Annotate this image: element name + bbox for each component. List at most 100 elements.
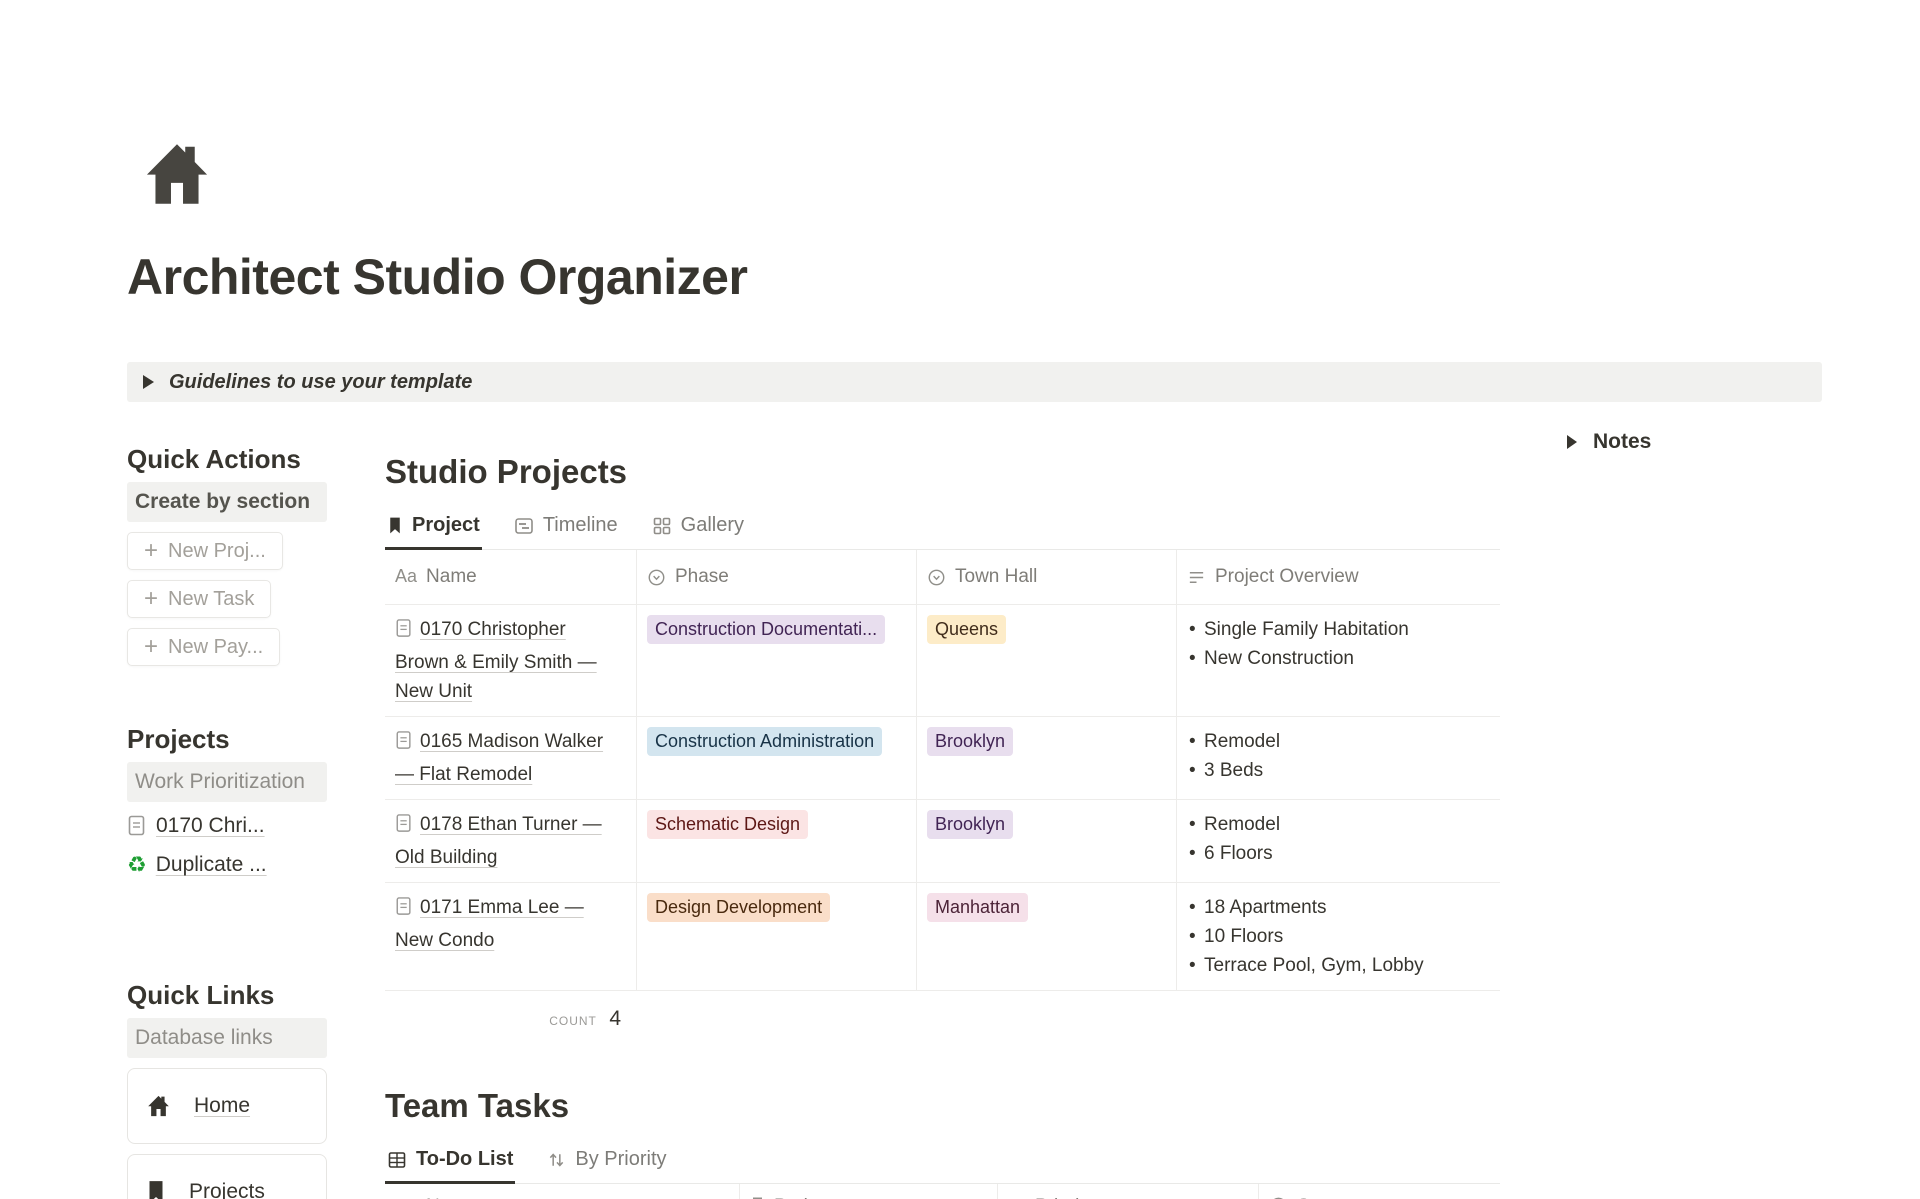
bookmark-icon [145,1179,167,1199]
town-hall-tag[interactable]: Manhattan [927,893,1028,922]
team-tasks-heading: Team Tasks [385,1086,1500,1126]
phase-tag[interactable]: Construction Administration [647,727,882,756]
projects-section: Projects Work Prioritization 0170 Chri..… [127,724,327,880]
name-cell: 0171 Emma Lee — New Condo [385,883,637,990]
column-header-town-hall[interactable]: Town Hall [917,550,1177,604]
tab-label: Gallery [681,514,744,537]
recycle-icon: ♻ [127,854,147,876]
overview-bullet: 10 Floors [1187,922,1488,951]
new-project-button[interactable]: + New Proj... [127,532,283,570]
table-row: 0171 Emma Lee — New Condo Design Develop… [385,883,1500,991]
button-label: New Task [168,588,254,611]
quick-links-section: Quick Links Database links Home Projects [127,980,327,1199]
column-header-project[interactable]: Project [740,1184,998,1199]
gallery-icon [652,516,672,536]
project-page-link[interactable]: 0165 Madison Walker — Flat Remodel [395,731,603,785]
projects-link-card[interactable]: Projects [127,1154,327,1199]
overview-bullet: 3 Beds [1187,756,1488,785]
new-task-button[interactable]: + New Task [127,580,271,618]
column-header-name[interactable]: Name [385,550,637,604]
sidebar-item-0170-project[interactable]: 0170 Chri... [127,811,265,841]
project-page-link[interactable]: 0171 Emma Lee — New Condo [395,897,584,951]
home-link-card[interactable]: Home [127,1068,327,1144]
sidebar-item-duplicate[interactable]: ♻ Duplicate ... [127,850,267,880]
column-header-state[interactable]: State [1259,1184,1500,1199]
home-link-label: Home [194,1094,250,1118]
count-summary[interactable]: COUNT 4 [385,1007,637,1031]
page-icon [395,618,413,639]
tab-timeline[interactable]: Timeline [512,510,620,550]
column-header-name[interactable]: Name [385,1184,740,1199]
project-overview-cell: Remodel 3 Beds [1177,717,1500,799]
project-page-link[interactable]: 0170 Christopher Brown & Emily Smith — N… [395,619,597,702]
team-tasks-table-header: Name Project Priority Sta [385,1184,1500,1199]
table-row: 0178 Ethan Turner — Old Building Schemat… [385,800,1500,883]
column-header-phase[interactable]: Phase [637,550,917,604]
notion-page: Architect Studio Organizer Guidelines to… [0,0,1920,1199]
phase-cell: Construction Documentati... [637,605,917,716]
phase-tag[interactable]: Design Development [647,893,830,922]
toggle-triangle-icon [143,375,154,389]
sort-icon [547,1150,566,1170]
project-page-link[interactable]: 0178 Ethan Turner — Old Building [395,814,602,868]
overview-bullet: 18 Apartments [1187,893,1488,922]
studio-projects-heading: Studio Projects [385,452,1500,492]
projects-heading: Projects [127,724,327,754]
overview-bullet: New Construction [1187,644,1488,673]
phase-cell: Schematic Design [637,800,917,882]
overview-bullet: Single Family Habitation [1187,615,1488,644]
count-value: 4 [609,1007,621,1030]
work-prioritization-label: Work Prioritization [127,762,327,802]
button-label: New Pay... [168,636,263,659]
tab-gallery[interactable]: Gallery [650,510,746,550]
phase-tag[interactable]: Construction Documentati... [647,615,885,644]
studio-projects-table-header: Name Phase Town Hall [385,550,1500,605]
timeline-icon [514,516,534,536]
quick-actions-section: Quick Actions Create by section + New Pr… [127,444,327,666]
page-icon [395,896,413,917]
tab-label: Timeline [543,514,618,537]
page-title: Architect Studio Organizer [127,248,747,306]
overview-bullet: 6 Floors [1187,839,1488,868]
town-hall-tag[interactable]: Brooklyn [927,727,1013,756]
table-row: 0165 Madison Walker — Flat Remodel Const… [385,717,1500,800]
studio-projects-view-tabs: Project Timeline Gallery [385,510,1500,550]
create-by-section-label: Create by section [127,482,327,522]
tab-project[interactable]: Project [385,510,482,550]
toggle-triangle-icon [1567,435,1577,449]
plus-icon: + [144,541,158,561]
tab-by-priority[interactable]: By Priority [545,1144,668,1184]
town-hall-cell: Brooklyn [917,800,1177,882]
phase-cell: Design Development [637,883,917,990]
page-link-label: Duplicate ... [156,850,267,880]
tab-to-do-list[interactable]: To-Do List [385,1144,515,1184]
table-row: 0170 Christopher Brown & Emily Smith — N… [385,605,1500,717]
column-header-priority[interactable]: Priority [998,1184,1259,1199]
text-property-icon [395,566,417,588]
name-cell: 0165 Madison Walker — Flat Remodel [385,717,637,799]
town-hall-cell: Manhattan [917,883,1177,990]
count-label: COUNT [549,1014,597,1028]
bookmark-icon [387,516,403,535]
guidelines-toggle[interactable]: Guidelines to use your template [127,362,1822,402]
town-hall-tag[interactable]: Brooklyn [927,810,1013,839]
phase-tag[interactable]: Schematic Design [647,810,808,839]
column-label: Phase [675,566,729,588]
projects-link-label: Projects [189,1180,265,1199]
column-header-project-overview[interactable]: Project Overview [1177,550,1500,604]
overview-bullet: Remodel [1187,810,1488,839]
phase-cell: Construction Administration [637,717,917,799]
town-hall-tag[interactable]: Queens [927,615,1006,644]
database-links-label: Database links [127,1018,327,1058]
plus-icon: + [144,637,158,657]
page-icon [395,813,413,834]
tab-label: Project [412,514,480,537]
home-icon [145,1093,172,1119]
home-icon[interactable] [137,136,217,212]
town-hall-cell: Queens [917,605,1177,716]
new-payment-button[interactable]: + New Pay... [127,628,280,666]
notes-label: Notes [1593,430,1651,454]
guidelines-label: Guidelines to use your template [169,371,472,394]
notes-toggle[interactable]: Notes [1567,430,1651,454]
page-icon [395,730,413,751]
